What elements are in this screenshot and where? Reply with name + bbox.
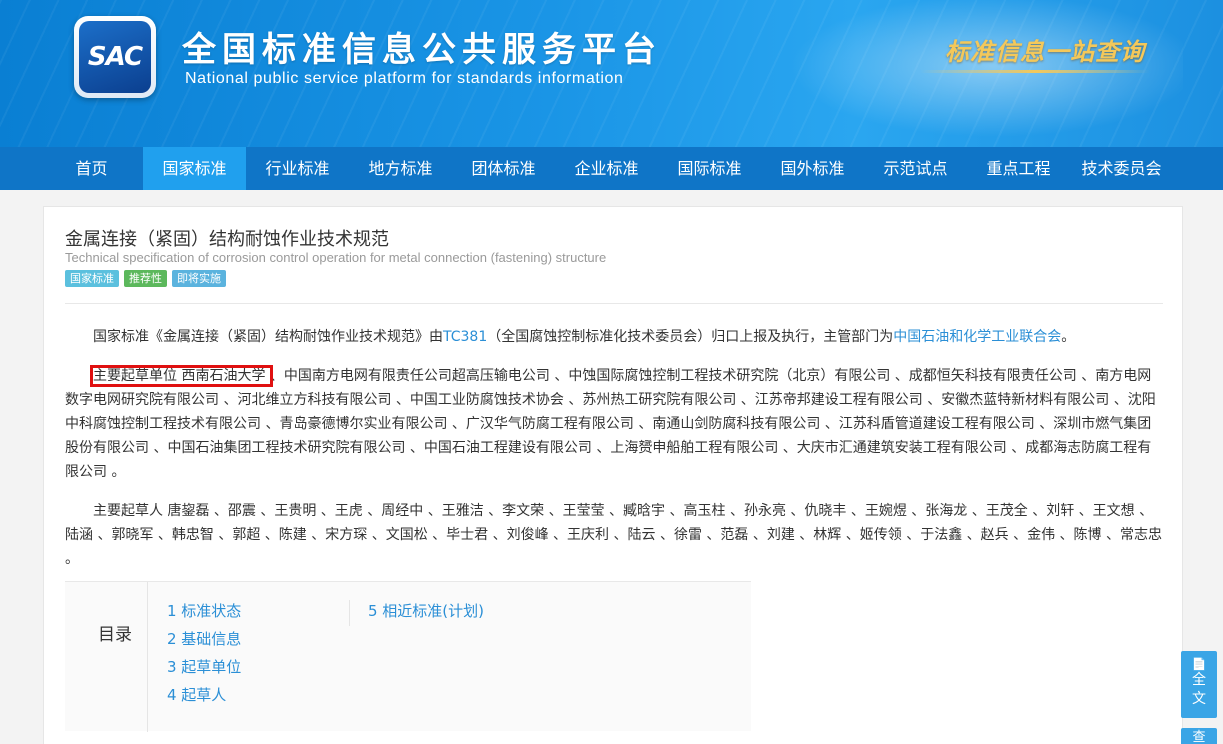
- document-icon: 📄: [1191, 657, 1207, 671]
- toc-label: 目录: [98, 625, 132, 645]
- desc-middle: （全国腐蚀控制标准化技术委员会）归口上报及执行，主管部门为: [487, 329, 894, 345]
- site-title: 全国标准信息公共服务平台: [182, 30, 662, 70]
- slogan: 标准信息一站查询: [945, 37, 1145, 66]
- tag-upcoming: 即将实施: [172, 270, 226, 287]
- toc-item-similar-standards[interactable]: 5 相近标准(计划): [368, 600, 484, 621]
- highlighted-drafting-unit: 主要起草单位 西南石油大学: [90, 365, 273, 387]
- standard-title: 金属连接（紧固）结构耐蚀作业技术规范: [65, 229, 389, 250]
- nav-national-standards[interactable]: 国家标准: [143, 147, 246, 190]
- slogan-underline: [920, 70, 1150, 73]
- secondary-float-button[interactable]: 查: [1181, 728, 1217, 744]
- nav-pilot-demo[interactable]: 示范试点: [864, 147, 967, 190]
- desc-suffix: 。: [1061, 329, 1076, 345]
- nav-international-standards[interactable]: 国际标准: [658, 147, 761, 190]
- standard-tags: 国家标准 推荐性 即将实施: [65, 270, 226, 287]
- nav-enterprise-standards[interactable]: 企业标准: [555, 147, 658, 190]
- toc-item-basic-info[interactable]: 2 基础信息: [167, 628, 241, 649]
- site-subtitle: National public service platform for sta…: [185, 70, 624, 87]
- nav-group-standards[interactable]: 团体标准: [452, 147, 555, 190]
- toc-item-standard-status[interactable]: 1 标准状态: [167, 600, 241, 621]
- sac-logo[interactable]: SAC: [74, 16, 156, 98]
- tag-national-standard: 国家标准: [65, 270, 119, 287]
- drafters-paragraph: 主要起草人 唐鋆磊 、邵震 、王贵明 、王虎 、周经中 、王雅洁 、李文荣 、王…: [65, 503, 1162, 567]
- nav-home[interactable]: 首页: [40, 147, 143, 190]
- tc-link[interactable]: TC381: [443, 329, 487, 345]
- drafting-units-paragraph: 主要起草单位 西南石油大学 、中国南方电网有限责任公司超高压输电公司 、中蚀国际…: [65, 364, 1163, 484]
- desc-prefix: 国家标准《金属连接（紧固）结构耐蚀作业技术规范》由: [93, 329, 443, 345]
- fulltext-label-1: 全: [1192, 672, 1206, 688]
- fulltext-label-2: 文: [1192, 691, 1206, 707]
- toc-item-drafting-units[interactable]: 3 起草单位: [167, 656, 241, 677]
- fulltext-button[interactable]: 📄 全 文: [1181, 651, 1217, 718]
- nav-foreign-standards[interactable]: 国外标准: [761, 147, 864, 190]
- banner-glow: [763, 0, 1183, 147]
- nav-key-projects[interactable]: 重点工程: [967, 147, 1070, 190]
- main-nav: 首页 国家标准 行业标准 地方标准 团体标准 企业标准 国际标准 国外标准 示范…: [0, 147, 1223, 190]
- logo-text: SAC: [87, 42, 143, 72]
- title-divider: [65, 303, 1163, 304]
- sac-logo-badge: SAC: [79, 21, 151, 93]
- header-banner: SAC 全国标准信息公共服务平台 National public service…: [0, 0, 1223, 147]
- description-paragraph: 国家标准《金属连接（紧固）结构耐蚀作业技术规范》由TC381（全国腐蚀控制标准化…: [65, 325, 1163, 349]
- table-of-contents: 目录 1 标准状态 2 基础信息 3 起草单位 4 起草人 5 相近标准(计划): [65, 581, 751, 732]
- nav-technical-committee[interactable]: 技术委员会: [1070, 147, 1173, 190]
- drafting-units-list: 、中国南方电网有限责任公司超高压输电公司 、中蚀国际腐蚀控制工程技术研究院（北京…: [65, 368, 1156, 480]
- standard-detail-panel: 金属连接（紧固）结构耐蚀作业技术规范 Technical specificati…: [43, 206, 1183, 744]
- toc-separator: [147, 582, 148, 732]
- tag-recommended: 推荐性: [124, 270, 167, 287]
- department-link[interactable]: 中国石油和化学工业联合会: [893, 329, 1061, 345]
- toc-column-separator: [349, 600, 350, 626]
- secondary-float-label: 查: [1192, 730, 1206, 744]
- toc-item-drafters[interactable]: 4 起草人: [167, 684, 226, 705]
- standard-title-en: Technical specification of corrosion con…: [65, 250, 607, 265]
- nav-local-standards[interactable]: 地方标准: [349, 147, 452, 190]
- nav-industry-standards[interactable]: 行业标准: [246, 147, 349, 190]
